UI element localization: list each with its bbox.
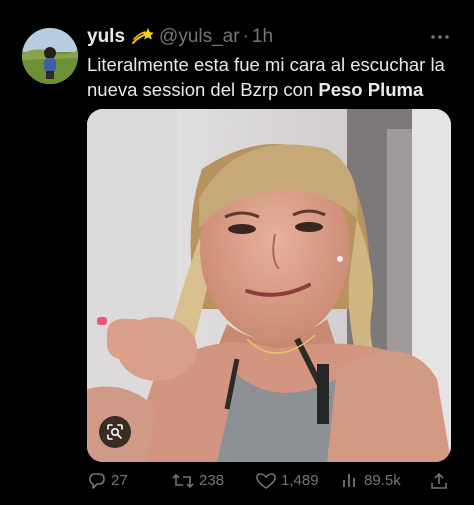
repost-count: 238 [199, 472, 225, 489]
reply-icon [89, 473, 105, 489]
like-button[interactable]: 1,489 [255, 468, 319, 494]
user-handle[interactable]: @yuls_ar [159, 25, 240, 49]
tweet-actions: 27 238 1,489 89.5k [87, 468, 451, 494]
lens-icon[interactable] [99, 416, 131, 448]
share-icon [431, 472, 447, 489]
tweet-header: yuls @yuls_ar · 1h [87, 25, 454, 49]
repost-icon [172, 473, 194, 489]
display-name[interactable]: yuls [87, 25, 125, 49]
more-options-icon[interactable] [428, 28, 452, 46]
timestamp[interactable]: 1h [252, 25, 273, 49]
tweet-text-bold: Peso Pluma [318, 79, 424, 100]
reply-count: 27 [111, 472, 128, 489]
tweet-media-image[interactable] [87, 109, 451, 462]
views-button[interactable]: 89.5k [340, 468, 401, 494]
avatar[interactable] [22, 28, 78, 84]
reply-button[interactable]: 27 [87, 468, 128, 494]
share-button[interactable] [429, 468, 453, 494]
repost-button[interactable]: 238 [171, 468, 224, 494]
tweet-text: Literalmente esta fue mi cara al escucha… [87, 52, 457, 102]
dizzy-star-icon [131, 26, 155, 48]
heart-icon [256, 473, 276, 489]
separator-dot: · [242, 26, 249, 47]
tweet[interactable]: yuls @yuls_ar · 1h Literalmente esta fue… [0, 0, 474, 505]
bar-chart-icon [343, 474, 355, 487]
like-count: 1,489 [281, 472, 319, 489]
views-count: 89.5k [364, 472, 401, 489]
